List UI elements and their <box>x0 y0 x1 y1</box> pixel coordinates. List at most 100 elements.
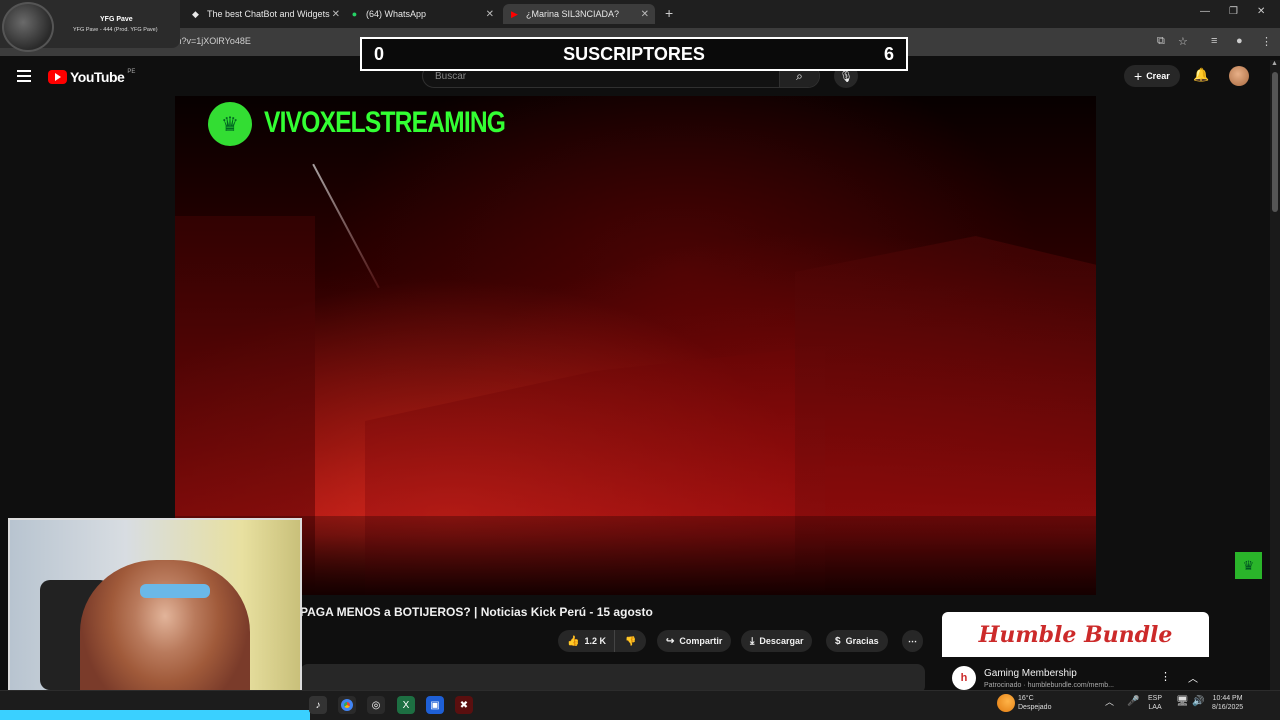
new-tab-icon[interactable]: + <box>665 5 673 21</box>
game-app-icon[interactable]: ✖ <box>455 696 473 714</box>
channel-overlay-name: VIVOXELSTREAMING <box>264 106 506 139</box>
scroll-up-icon[interactable]: ▲ <box>1271 60 1278 67</box>
obs-icon[interactable]: ◎ <box>367 696 385 714</box>
webcam-frame-accent <box>0 710 310 720</box>
music-app-icon[interactable]: ♪ <box>309 696 327 714</box>
profile-name: YFG Pave <box>100 16 133 23</box>
minimize-icon[interactable]: — <box>1200 6 1210 17</box>
thanks-label: Gracias <box>845 636 879 646</box>
like-button[interactable]: 👍 1.2 K <box>558 630 614 652</box>
clock[interactable]: 10:44 PM 8/16/2025 <box>1212 694 1243 712</box>
tab-title: ¿Marina SIL3NCIADA? <box>526 9 620 19</box>
install-icon[interactable]: ⧉ <box>1157 35 1165 48</box>
microphone-tray-icon[interactable]: 🎤 <box>1127 697 1139 707</box>
close-icon[interactable]: ✕ <box>332 9 340 20</box>
close-icon[interactable]: ✕ <box>641 9 649 20</box>
app-window-icon[interactable]: ▣ <box>426 696 444 714</box>
download-label: Descargar <box>759 636 804 646</box>
tab-youtube-active[interactable]: ▶ ¿Marina SIL3NCIADA? ✕ <box>503 4 655 24</box>
weather-desc: Despejado <box>1018 704 1052 711</box>
download-group: ⤓ Descargar <box>741 630 813 652</box>
streamer-webcam-overlay <box>8 518 302 712</box>
avatar <box>2 2 54 52</box>
humble-bundle-logo-icon: h <box>952 666 976 690</box>
stream-profile-overlay: YFG Pave YFG Pave - 444 (Prod. YFG Pave) <box>0 0 180 52</box>
maximize-icon[interactable]: ❐ <box>1229 6 1238 17</box>
weather-moon-icon[interactable] <box>997 694 1015 712</box>
subscriber-goal-count: 6 <box>883 43 894 64</box>
weather-widget[interactable]: 16°C Despejado <box>1018 694 1051 712</box>
profile-subtitle: YFG Pave - 444 (Prod. YFG Pave) <box>73 27 158 33</box>
tray-overflow-chevron-icon[interactable]: ︿ <box>1105 698 1114 707</box>
channel-watermark-icon[interactable]: ♛ <box>1235 552 1262 579</box>
subscriber-label: SUSCRIPTORES <box>563 43 705 64</box>
sponsored-ad-card[interactable]: Humble Bundle h Gaming Membership Patroc… <box>942 612 1209 690</box>
channel-logo-icon: ♛ <box>208 102 252 146</box>
whatsapp-icon: ● <box>351 9 358 19</box>
subscriber-start-count: 0 <box>374 43 385 64</box>
more-icon[interactable]: ⋮ <box>1261 35 1272 48</box>
tab-chatbot[interactable]: ◆ The best ChatBot and Widgets ✕ <box>190 4 340 24</box>
browser-tab-strip: ◆ The best ChatBot and Widgets ✕ ● (64) … <box>0 0 1280 28</box>
tab-title: (64) WhatsApp <box>366 9 427 19</box>
tab-whatsapp[interactable]: ● (64) WhatsApp ✕ <box>349 4 494 24</box>
profile-icon[interactable]: ● <box>1236 35 1243 47</box>
video-player[interactable] <box>175 96 1096 595</box>
ad-menu-icon[interactable]: ⋮ <box>1160 670 1171 683</box>
download-button[interactable]: ⤓ Descargar <box>741 630 813 652</box>
excel-icon[interactable]: X <box>397 696 415 714</box>
create-label: Crear <box>1146 71 1170 81</box>
volume-icon[interactable]: 🔊 <box>1192 697 1204 707</box>
chevron-up-icon[interactable]: ︿ <box>1188 670 1198 685</box>
more-actions-button[interactable]: ⋯ <box>902 630 923 652</box>
thanks-button[interactable]: $ Gracias <box>826 630 888 652</box>
video-scene-crowd <box>175 516 1096 595</box>
thumbs-up-icon: 👍 <box>567 635 580 647</box>
share-button[interactable]: ↪ Compartir <box>657 630 732 652</box>
lang-code: ESP <box>1148 695 1163 702</box>
page-scrollbar[interactable]: ▲ <box>1270 60 1280 690</box>
star-icon[interactable]: ☆ <box>1178 35 1188 48</box>
ad-banner[interactable]: Humble Bundle <box>942 612 1209 657</box>
hamburger-menu-icon[interactable] <box>17 70 31 82</box>
country-code: PE <box>127 69 136 75</box>
network-icon[interactable]: 🖥 <box>1176 697 1189 707</box>
notifications-bell-icon[interactable]: 🔔 <box>1193 67 1209 83</box>
chrome-icon[interactable] <box>338 696 356 714</box>
video-scene-firework <box>312 163 380 289</box>
clock-time: 10:44 PM <box>1212 695 1243 702</box>
language-indicator[interactable]: ESP LAA <box>1148 694 1162 712</box>
microphone-icon: 🎙 <box>839 70 853 83</box>
share-icon: ↪ <box>666 635 675 647</box>
screen: ◆ The best ChatBot and Widgets ✕ ● (64) … <box>0 0 1280 720</box>
logo-text: YouTube <box>70 69 125 85</box>
download-icon: ⤓ <box>750 635 755 647</box>
chatbot-icon: ◆ <box>192 8 199 19</box>
close-window-icon[interactable]: ✕ <box>1257 6 1265 17</box>
ad-sponsored-text: Patrocinado · humblebundle.com/memb... <box>984 682 1114 689</box>
user-avatar[interactable] <box>1229 66 1249 86</box>
thumbs-down-icon: 👎 <box>624 635 637 646</box>
share-label: Compartir <box>679 636 723 646</box>
super-thanks-icon: $ <box>835 635 841 647</box>
youtube-logo[interactable]: YouTube PE <box>48 69 135 85</box>
ad-title[interactable]: Gaming Membership <box>984 668 1077 679</box>
more-actions-group: ⋯ <box>902 630 923 652</box>
weather-temp: 16°C <box>1018 695 1034 702</box>
clock-date: 8/16/2025 <box>1212 704 1244 711</box>
media-control-icon[interactable]: ≡ <box>1211 35 1217 47</box>
dislike-button[interactable]: 👎 <box>613 630 647 652</box>
webcam-scene-headband <box>140 584 210 598</box>
plus-icon: + <box>1134 68 1143 84</box>
more-horizontal-icon: ⋯ <box>908 635 917 646</box>
close-icon[interactable]: ✕ <box>486 9 494 20</box>
subscriber-counter-overlay: 0 SUSCRIPTORES 6 <box>360 37 908 71</box>
create-button[interactable]: + Crear <box>1124 65 1180 87</box>
share-group: ↪ Compartir <box>657 630 732 652</box>
search-placeholder: Buscar <box>435 71 467 82</box>
thanks-group: $ Gracias <box>826 630 888 652</box>
scroll-thumb[interactable] <box>1272 72 1278 212</box>
like-count: 1.2 K <box>584 636 606 646</box>
youtube-play-icon <box>48 70 67 84</box>
like-dislike-group: 👍 1.2 K 👎 <box>558 630 647 652</box>
